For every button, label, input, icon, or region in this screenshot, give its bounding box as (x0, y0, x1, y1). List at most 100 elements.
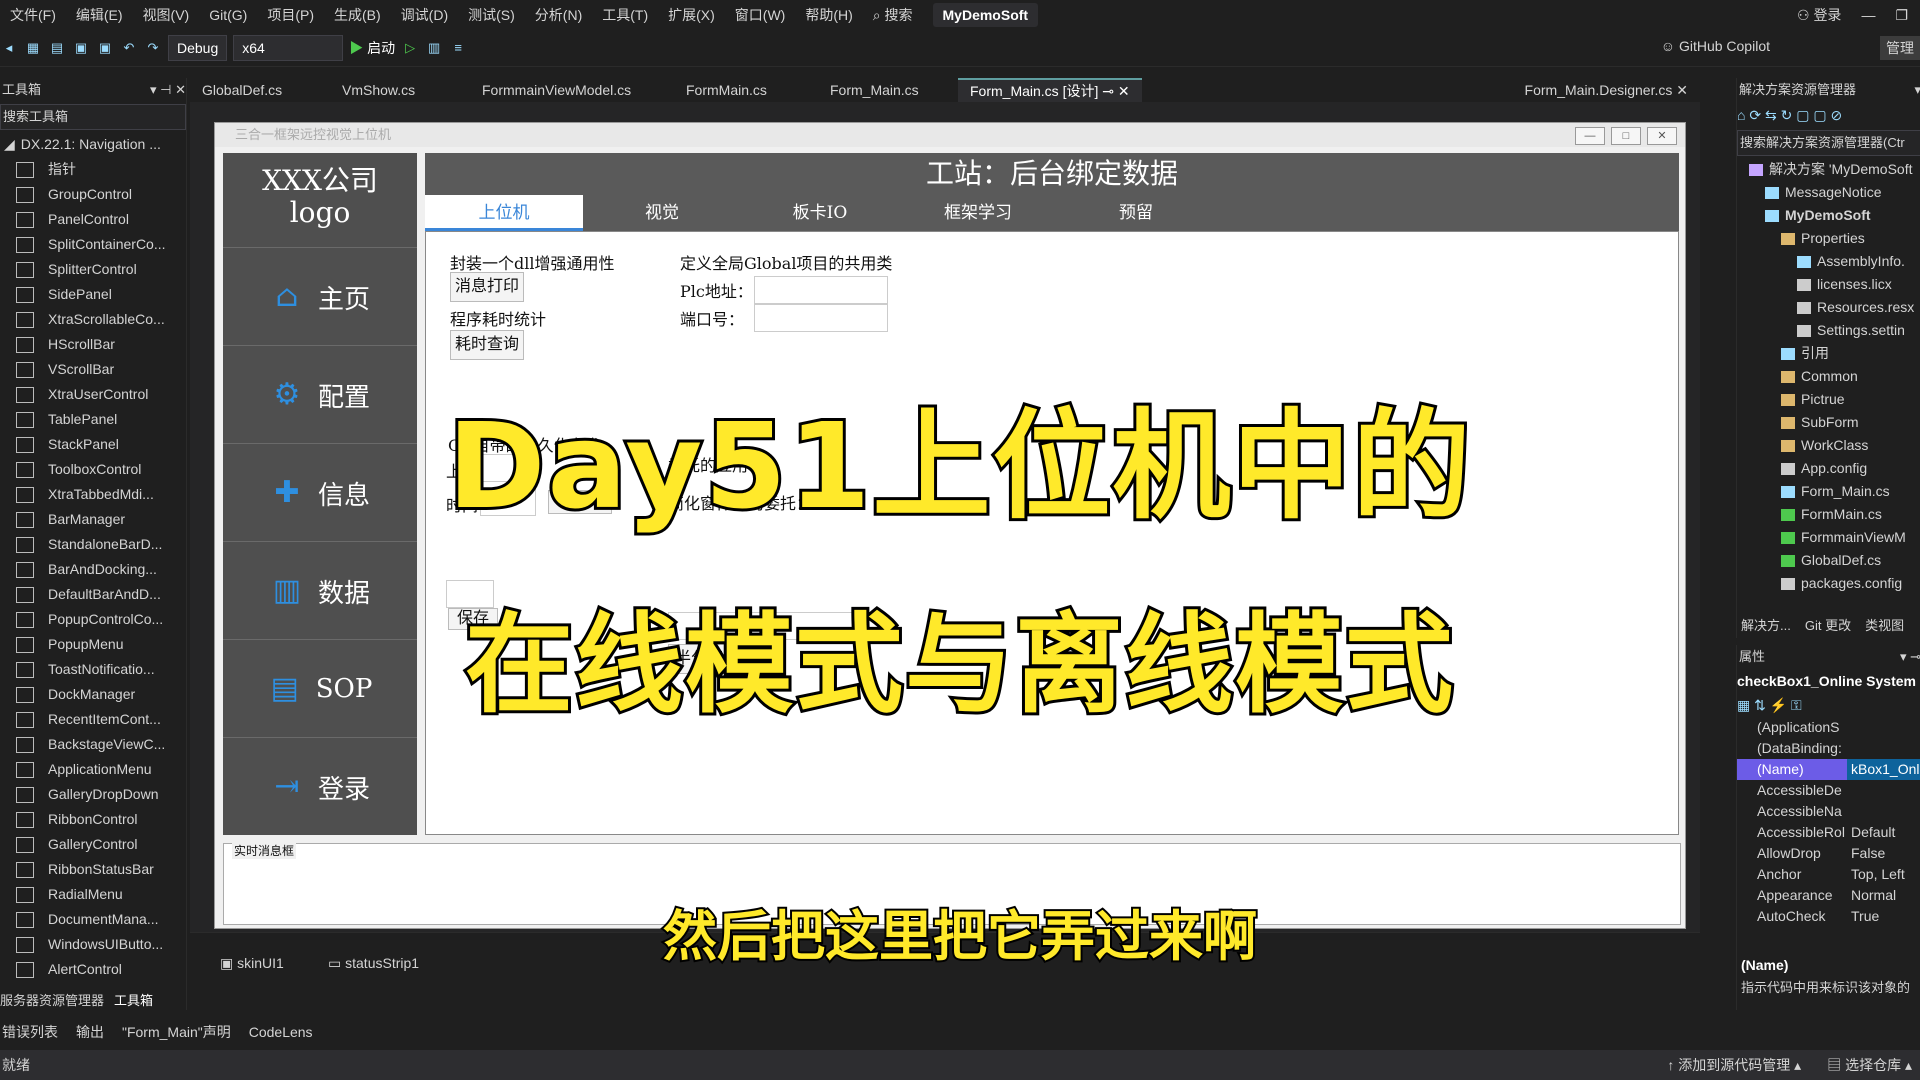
minimize-button[interactable]: — (1861, 7, 1875, 23)
property-value[interactable] (1847, 738, 1920, 759)
menu-test[interactable]: 测试(S) (458, 5, 525, 25)
solution-item[interactable]: Resources.resx (1737, 296, 1920, 319)
select-repo[interactable]: ▤ 选择仓库 ▴ (1827, 1055, 1912, 1075)
add-to-source-control[interactable]: ↑ 添加到源代码管理 ▴ (1667, 1055, 1801, 1075)
tab-declaration[interactable]: "Form_Main"声明 (122, 1022, 231, 1042)
menu-file[interactable]: 文件(F) (0, 5, 66, 25)
msg-print-button[interactable]: 消息打印 (450, 272, 524, 302)
start-button[interactable]: ▶ 启动 (349, 38, 395, 58)
manage-button[interactable]: 管理 (1880, 36, 1920, 60)
toolbox-item[interactable]: GalleryDropDown (0, 782, 186, 807)
doc-tab-designer-cs[interactable]: Form_Main.Designer.cs ✕ (1513, 78, 1700, 102)
tab-output[interactable]: 输出 (76, 1022, 104, 1042)
toolbox-item[interactable]: ApplicationMenu (0, 757, 186, 782)
tab-framework[interactable]: 框架学习 (899, 195, 1057, 231)
solution-search-input[interactable]: 搜索解决方案资源管理器(Ctr (1737, 130, 1920, 156)
nav-back-icon[interactable]: ◂ (0, 39, 18, 57)
menu-tools[interactable]: 工具(T) (592, 5, 658, 25)
tab-vision[interactable]: 视觉 (583, 195, 741, 231)
solution-item[interactable]: Properties (1737, 227, 1920, 250)
toolbox-item[interactable]: SplitterControl (0, 257, 186, 282)
menu-help[interactable]: 帮助(H) (795, 5, 862, 25)
property-value[interactable]: Top, Left (1847, 864, 1920, 885)
menu-analyze[interactable]: 分析(N) (525, 5, 592, 25)
solution-item[interactable]: AssemblyInfo. (1737, 250, 1920, 273)
property-value[interactable] (1847, 801, 1920, 822)
solution-item[interactable]: GlobalDef.cs (1737, 549, 1920, 572)
tab-board-io[interactable]: 板卡IO (741, 195, 899, 231)
toolbox-item[interactable]: RibbonControl (0, 807, 186, 832)
plc-address-input[interactable] (754, 276, 888, 304)
nav-home[interactable]: ⌂ 主页 (223, 247, 417, 346)
menu-view[interactable]: 视图(V) (133, 5, 200, 25)
toolbox-item[interactable]: PanelControl (0, 207, 186, 232)
menu-extensions[interactable]: 扩展(X) (658, 5, 725, 25)
undo-icon[interactable]: ↶ (120, 39, 138, 57)
property-value[interactable] (1847, 780, 1920, 801)
tab-error-list[interactable]: 错误列表 (2, 1022, 58, 1042)
redo-icon[interactable]: ↷ (144, 39, 162, 57)
menu-edit[interactable]: 编辑(E) (66, 5, 133, 25)
nav-login[interactable]: ⇥ 登录 (223, 737, 417, 836)
toolbox-item[interactable]: HScrollBar (0, 332, 186, 357)
property-row[interactable]: (DataBinding: (1737, 738, 1920, 759)
doc-tab-globaldef[interactable]: GlobalDef.cs (190, 78, 330, 102)
run-without-debug-icon[interactable]: ▷ (401, 39, 419, 57)
config-select[interactable]: Debug (168, 35, 228, 61)
doc-tab-form-main[interactable]: Form_Main.cs (818, 78, 958, 102)
copilot-button[interactable]: ☺ GitHub Copilot (1661, 38, 1770, 54)
align-icon[interactable]: ≡ (449, 39, 467, 57)
save-icon[interactable]: ▣ (72, 39, 90, 57)
toolbox-item[interactable]: XtraScrollableCo... (0, 307, 186, 332)
toolbox-item[interactable]: SidePanel (0, 282, 186, 307)
close-tab-icon[interactable]: ✕ (1118, 83, 1130, 99)
toolbox-group[interactable]: ◢ DX.22.1: Navigation ... (0, 132, 186, 157)
solution-item[interactable]: 解决方案 'MyDemoSoft (1737, 158, 1920, 181)
solution-item[interactable]: licenses.licx (1737, 273, 1920, 296)
search-menu[interactable]: ⌕ 搜索 (863, 5, 923, 25)
save-all-icon[interactable]: ▣ (96, 39, 114, 57)
menu-window[interactable]: 窗口(W) (725, 5, 796, 25)
property-row[interactable]: AccessibleDe (1737, 780, 1920, 801)
tab-reserved[interactable]: 预留 (1057, 195, 1215, 231)
layout-icon[interactable]: ▥ (425, 39, 443, 57)
tab-server-explorer[interactable]: 服务器资源管理器 (0, 990, 104, 1012)
toolbox-close-icon[interactable]: ▾ ⊣ ✕ (150, 78, 186, 102)
property-row[interactable]: Anchor Top, Left (1737, 864, 1920, 885)
solution-item[interactable]: MyDemoSoft (1737, 204, 1920, 227)
login-link[interactable]: ⚇ 登录 (1797, 5, 1841, 25)
property-value[interactable]: False (1847, 843, 1920, 864)
solution-item[interactable]: 引用 (1737, 342, 1920, 365)
doc-tab-form-main-designer-view[interactable]: Form_Main.cs [设计] ⊸ ✕ (958, 78, 1142, 104)
tab-host[interactable]: 上位机 (425, 195, 583, 231)
menu-debug[interactable]: 调试(D) (391, 5, 458, 25)
toolbox-item[interactable]: SplitContainerCo... (0, 232, 186, 257)
platform-select[interactable]: x64 (233, 35, 344, 61)
solution-item[interactable]: Settings.settin (1737, 319, 1920, 342)
property-row[interactable]: (Name) kBox1_Onli (1737, 759, 1920, 780)
new-project-icon[interactable]: ▦ (24, 39, 42, 57)
port-input[interactable] (754, 304, 888, 332)
property-row[interactable]: AccessibleNa (1737, 801, 1920, 822)
solution-item[interactable]: MessageNotice (1737, 181, 1920, 204)
property-row[interactable]: AllowDrop False (1737, 843, 1920, 864)
pin-icon[interactable]: ⊸ (1102, 83, 1114, 99)
menu-project[interactable]: 项目(P) (257, 5, 324, 25)
tab-toolbox[interactable]: 工具箱 (114, 990, 153, 1012)
toolbox-item[interactable]: 指针 (0, 157, 186, 182)
dropdown-icon[interactable]: ▾ (1914, 78, 1920, 102)
doc-tab-formmain[interactable]: FormMain.cs (674, 78, 818, 102)
property-row[interactable]: AccessibleRol Default (1737, 822, 1920, 843)
maximize-button[interactable]: ❐ (1895, 7, 1908, 24)
toolbox-item[interactable]: BackstageViewC... (0, 732, 186, 757)
property-value[interactable]: Default (1847, 822, 1920, 843)
close-icon[interactable]: ✕ (1676, 82, 1688, 98)
toolbox-item[interactable]: GroupControl (0, 182, 186, 207)
timing-button[interactable]: 耗时查询 (450, 330, 524, 360)
doc-tab-vmshow[interactable]: VmShow.cs (330, 78, 470, 102)
doc-tab-formmainviewmodel[interactable]: FormmainViewModel.cs (470, 78, 674, 102)
tab-codelens[interactable]: CodeLens (249, 1024, 313, 1040)
property-value[interactable]: kBox1_Onli (1847, 759, 1920, 780)
toolbox-item[interactable]: RibbonStatusBar (0, 857, 186, 882)
toolbox-search-input[interactable]: 搜索工具箱 (0, 104, 186, 130)
